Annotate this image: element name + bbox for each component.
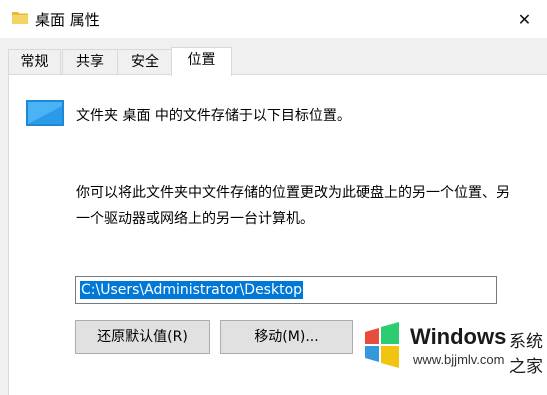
desktop-folder-icon xyxy=(26,100,64,126)
location-description: 文件夹 桌面 中的文件存储于以下目标位置。 xyxy=(76,108,351,124)
tab-strip: 常规 共享 安全 位置 xyxy=(0,47,547,76)
location-path-value: C:\Users\Administrator\Desktop xyxy=(80,281,304,299)
tab-location[interactable]: 位置 xyxy=(171,47,232,76)
location-help-text: 你可以将此文件夹中文件存储的位置更改为此硬盘上的另一个位置、另一个驱动器或网络上… xyxy=(76,185,510,227)
folder-icon xyxy=(12,12,28,24)
watermark-brand: Windows xyxy=(410,324,507,349)
location-path-field[interactable]: C:\Users\Administrator\Desktop xyxy=(75,276,497,304)
title-bar: 桌面 属性 ✕ xyxy=(0,0,547,38)
move-button[interactable]: 移动(M)... xyxy=(220,320,353,354)
close-button[interactable]: ✕ xyxy=(502,0,547,38)
tab-general[interactable]: 常规 xyxy=(8,49,61,75)
tab-security[interactable]: 安全 xyxy=(117,49,173,75)
restore-default-button[interactable]: 还原默认值(R) xyxy=(75,320,210,354)
watermark: Windows 系统之家 www.bjjmlv.com xyxy=(355,318,547,377)
window-title: 桌面 属性 xyxy=(35,11,100,29)
watermark-suffix: 系统之家 xyxy=(509,332,543,377)
watermark-url: www.bjjmlv.com xyxy=(413,352,505,367)
close-icon: ✕ xyxy=(517,9,532,29)
tab-sharing[interactable]: 共享 xyxy=(62,49,118,75)
windows-logo-icon xyxy=(365,322,399,368)
